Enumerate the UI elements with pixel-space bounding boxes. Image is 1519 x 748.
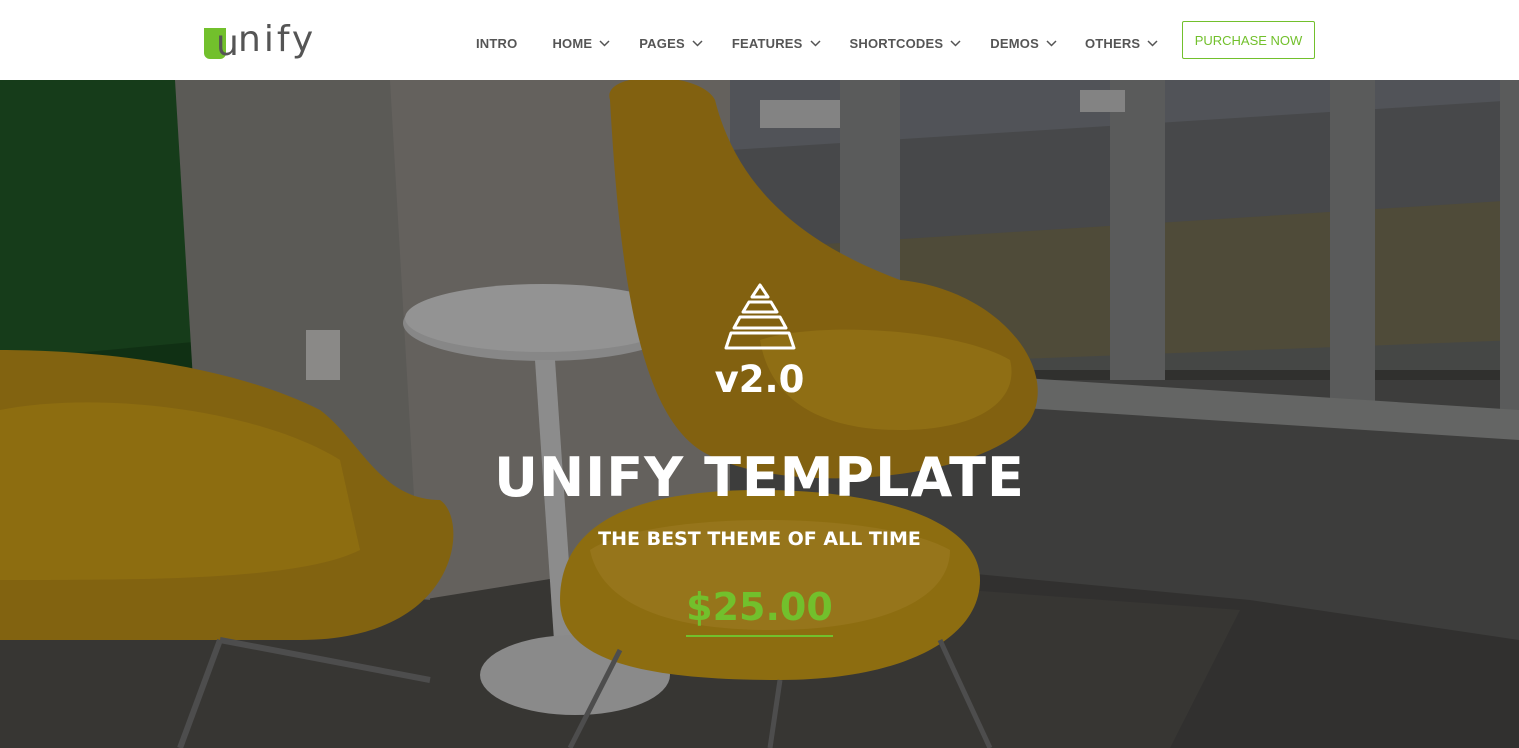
chevron-down-icon [1046,39,1057,47]
nav-item-home[interactable]: HOME [552,36,610,51]
nav-item-shortcodes[interactable]: SHORTCODES [850,36,962,51]
chevron-down-icon [692,39,703,47]
chevron-down-icon [950,39,961,47]
site-header: u nify INTRO HOME PAGES FEATURES SHORTCO… [0,0,1519,80]
logo-u-mark: u [204,26,239,62]
nav-item-intro[interactable]: INTRO [476,36,517,51]
hero-title: UNIFY TEMPLATE [494,446,1025,509]
purchase-now-button[interactable]: PURCHASE NOW [1182,21,1315,59]
chevron-down-icon [810,39,821,47]
chevron-down-icon [1147,39,1158,47]
nav-item-others[interactable]: OTHERS [1085,36,1158,51]
logo[interactable]: u nify [204,16,316,62]
hero-content: v2.0 UNIFY TEMPLATE THE BEST THEME OF AL… [0,80,1519,748]
chevron-down-icon [599,39,610,47]
hero-subtitle: THE BEST THEME OF ALL TIME [598,528,921,550]
pyramid-icon [724,283,796,350]
hero-price[interactable]: $25.00 [686,585,833,637]
hero-version: v2.0 [714,358,805,401]
logo-text: nify [238,19,317,60]
hero-section: v2.0 UNIFY TEMPLATE THE BEST THEME OF AL… [0,80,1519,748]
main-nav: INTRO HOME PAGES FEATURES SHORTCODES DEM… [476,33,1158,53]
nav-item-features[interactable]: FEATURES [732,36,821,51]
nav-item-demos[interactable]: DEMOS [990,36,1057,51]
nav-item-pages[interactable]: PAGES [639,36,703,51]
price-wrapper: $25.00 [0,585,1519,637]
